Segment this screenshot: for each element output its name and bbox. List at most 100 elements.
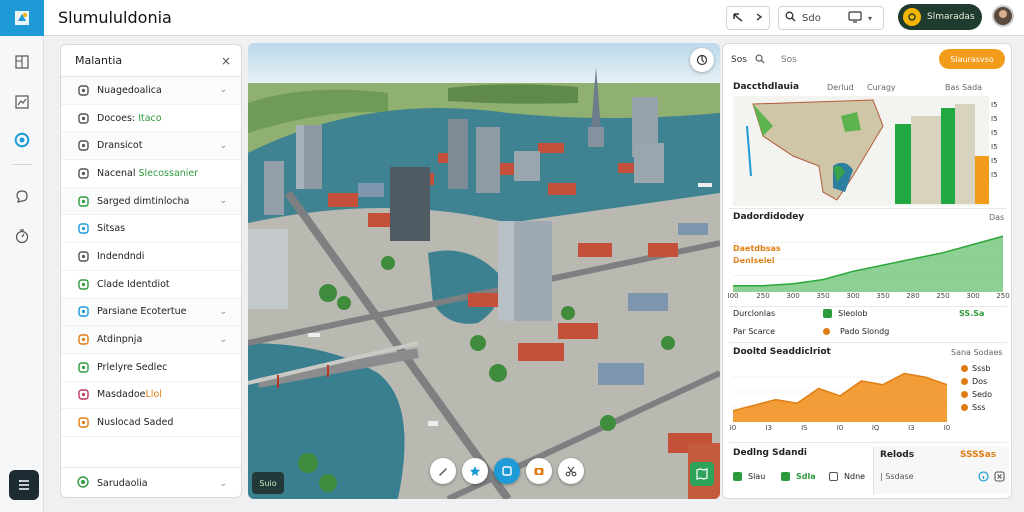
panel-item[interactable]: Indendndi — [61, 243, 241, 271]
bottom-item-1-label: Slau — [748, 472, 766, 481]
x-tick-label: I0 — [836, 424, 844, 432]
panel-item-subtext: Slecossanier — [138, 167, 199, 179]
panel-item[interactable]: Sitsas — [61, 215, 241, 244]
panel-item[interactable]: Nuagedoalica ⌄ — [61, 77, 241, 105]
legend-swatch — [961, 365, 968, 372]
chevron-down-icon[interactable]: ▾ — [868, 14, 872, 23]
chevron-down-icon[interactable]: ⌄ — [219, 335, 227, 345]
chevron-down-icon[interactable]: ⌄ — [219, 85, 227, 95]
layer-tool-button[interactable] — [494, 458, 520, 484]
panel-item[interactable]: Prlelyre Sedlec — [61, 354, 241, 382]
chevron-down-icon[interactable]: ⌄ — [219, 307, 227, 317]
primary-action-button[interactable]: Slmaradas — [898, 4, 982, 30]
panel-item-label: Nuagedoalica — [97, 85, 211, 96]
panel-item[interactable]: Atdinpnja ⌄ — [61, 326, 241, 354]
logo-icon — [15, 11, 29, 25]
list-view-button[interactable] — [9, 470, 39, 500]
layers-panel: Malantia × Nuagedoalica ⌄ Docoes: Itaco Dra… — [60, 44, 242, 498]
map-icon — [696, 468, 708, 480]
panel-item-text: Nuslocad Saded — [97, 417, 174, 429]
panel-item[interactable]: Docoes: Itaco — [61, 105, 241, 133]
map-toolbar — [430, 458, 584, 484]
search-box[interactable]: Sdo ▾ — [778, 6, 884, 30]
water-drop-icon — [77, 306, 89, 318]
compass-button[interactable] — [690, 48, 714, 72]
close-icon[interactable] — [994, 471, 1005, 485]
panel-item[interactable]: Nacenal Slecossanier — [61, 160, 241, 188]
panel-item[interactable]: Parsiane Ecotertue ⌄ — [61, 298, 241, 327]
bottom-item-2[interactable]: Sdla — [781, 472, 816, 481]
divider — [729, 208, 1007, 209]
marker-tool-button[interactable] — [462, 458, 488, 484]
series-area — [733, 236, 1003, 292]
panel-item[interactable]: Dransicot ⌄ — [61, 132, 241, 161]
image-icon[interactable] — [14, 94, 30, 110]
search-icon[interactable] — [755, 54, 765, 67]
x-tick-label: 300 — [966, 292, 980, 300]
measure-tool-button[interactable] — [558, 458, 584, 484]
trend-chart-sub: Sana Sodaes — [951, 348, 1003, 357]
panel-item-text: Dransicot — [97, 140, 143, 152]
settings-icon — [77, 112, 89, 124]
clock-icon — [77, 167, 89, 179]
city-3d-map[interactable] — [248, 43, 720, 499]
region-map-axis-label-1: I5 — [991, 101, 998, 109]
kpi-row-1: Durclonlas — [733, 309, 775, 318]
cost-sub-label: Ssdase — [885, 472, 914, 481]
draw-tool-button[interactable] — [430, 458, 456, 484]
analytics-tab[interactable]: Sos — [731, 55, 747, 65]
chevron-down-icon[interactable]: ⌄ — [219, 479, 227, 489]
kpi-2-label: Par Scarce — [733, 327, 776, 336]
dist-x-axis: I00 250 300 350 300 350 280 250 300 250 — [728, 292, 1010, 302]
x-tick-label: 350 — [876, 292, 890, 300]
user-avatar[interactable] — [992, 5, 1014, 27]
kpi-1-label: Durclonlas — [733, 309, 776, 318]
x-tick-label: 300 — [786, 292, 800, 300]
app-logo[interactable] — [0, 0, 44, 36]
panel-item[interactable]: MasdadoeLlol — [61, 382, 241, 410]
divider — [729, 342, 1007, 343]
redo-icon[interactable] — [754, 12, 764, 25]
analytics-search[interactable]: Sos — [781, 55, 797, 65]
panel-item-label: Sarged dimtinlocha — [97, 196, 211, 207]
cost-sub: | Ssdase — [880, 472, 914, 481]
analytics-action-button[interactable]: Slaurasvso — [939, 49, 1005, 69]
region-map-axis: I5 I5 I5 I5 I5 I5 — [991, 98, 998, 182]
bottom-item-3[interactable]: Ndne — [829, 472, 865, 481]
bottom-item-1[interactable]: Slau — [733, 472, 765, 481]
close-icon[interactable]: × — [221, 54, 231, 68]
photo-tool-button[interactable] — [526, 458, 552, 484]
panel-item[interactable]: Nuslocad Saded — [61, 409, 241, 437]
book-icon[interactable] — [14, 54, 30, 70]
panel-item[interactable]: Clade Identdiot — [61, 271, 241, 299]
app-title: Slumululdonia — [58, 8, 172, 27]
x-tick-label: 250 — [996, 292, 1010, 300]
trend-area-chart — [733, 372, 947, 422]
trend-chart-title: Dooltd Seaddiclriot — [733, 347, 831, 357]
scissors-icon — [565, 466, 577, 477]
panel-item[interactable]: Sarged dimtinlocha ⌄ — [61, 187, 241, 216]
monitor-icon[interactable] — [848, 10, 862, 26]
region-map-axis-label-5: I5 — [991, 157, 998, 165]
chat-icon[interactable] — [14, 188, 30, 204]
panel-item-text: Atdinpnja — [97, 334, 143, 346]
bottom-item-3-label: Ndne — [844, 472, 866, 481]
trend-legend-item: Sssb — [961, 364, 992, 373]
timer-icon[interactable] — [14, 228, 30, 244]
panel-footer-item[interactable]: Sarudaolia ⌄ — [61, 467, 241, 497]
map-mode-badge[interactable]: Suio — [252, 472, 284, 494]
x-tick-label: 250 — [756, 292, 770, 300]
trend-legend-item: Sedo — [961, 390, 992, 399]
legend-label: Sssb — [972, 364, 991, 373]
star-icon — [470, 466, 480, 476]
panel-list: Nuagedoalica ⌄ Docoes: Itaco Dransicot ⌄ Nace… — [61, 77, 241, 437]
kpi-row-2: Par Scarce — [733, 327, 775, 336]
minimap-button[interactable] — [690, 462, 714, 486]
chevron-down-icon[interactable]: ⌄ — [219, 141, 227, 151]
chevron-down-icon[interactable]: ⌄ — [219, 196, 227, 206]
coin-icon — [903, 8, 921, 26]
target-icon[interactable] — [14, 132, 30, 148]
panel-item-label: Clade Identdiot — [97, 279, 227, 290]
info-icon[interactable] — [978, 471, 989, 485]
undo-icon[interactable] — [732, 11, 744, 26]
